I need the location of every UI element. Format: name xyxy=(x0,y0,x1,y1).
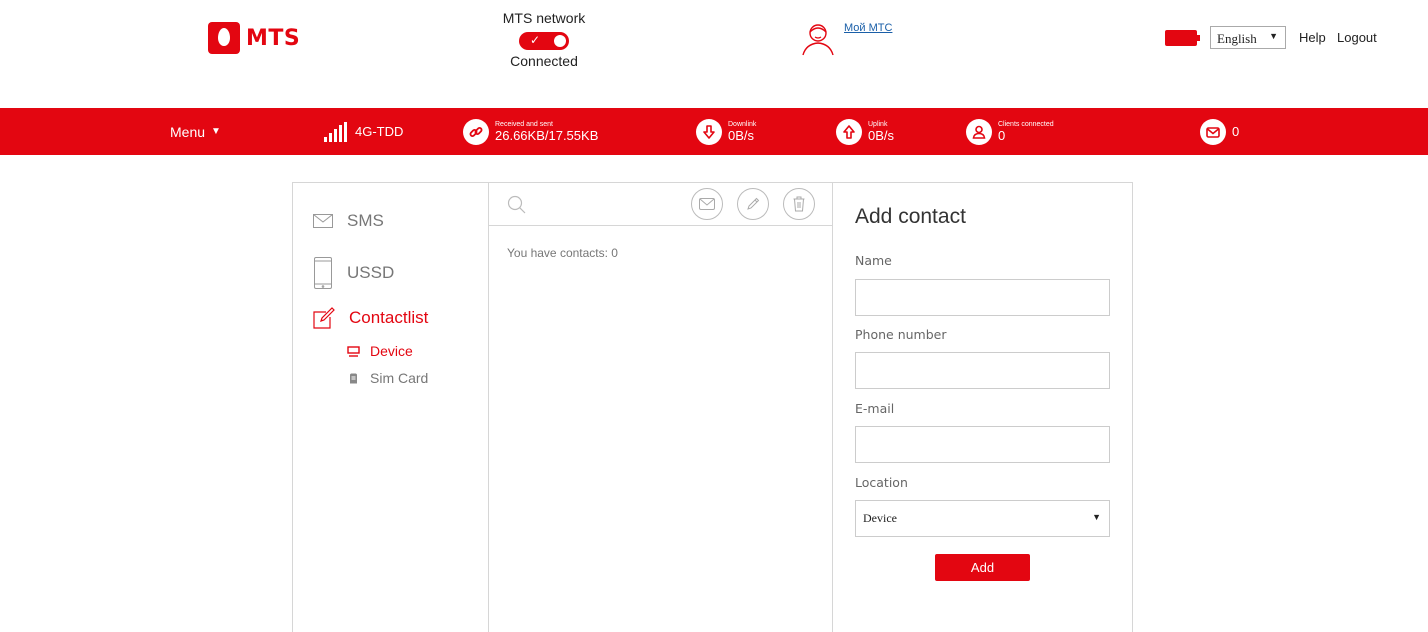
envelope-icon xyxy=(1200,118,1226,145)
upload-arrow-icon xyxy=(836,118,862,145)
uplink-label: Uplink xyxy=(868,121,888,128)
phone-icon xyxy=(314,257,332,289)
send-message-button[interactable] xyxy=(691,188,723,220)
name-field[interactable] xyxy=(855,279,1110,316)
uplink-indicator: Uplink 0B/s xyxy=(836,108,894,155)
add-contact-form: Add contact Name Phone number E-mail Loc… xyxy=(833,183,1133,632)
mts-logo-text: MTS xyxy=(246,25,301,51)
mts-logo: MTS xyxy=(208,22,300,54)
location-select[interactable]: Device ▼ xyxy=(855,500,1110,537)
traffic-value: 26.66KB/17.55KB xyxy=(495,128,599,143)
user-icon xyxy=(966,118,992,145)
network-label: MTS network xyxy=(502,10,586,26)
name-label: Name xyxy=(855,253,892,268)
logout-link[interactable]: Logout xyxy=(1337,30,1377,45)
network-status-text: Connected xyxy=(510,53,578,69)
signal-indicator: 4G-TDD xyxy=(324,108,403,155)
contact-list: You have contacts: 0 xyxy=(489,183,833,632)
add-button[interactable]: Add xyxy=(935,554,1030,581)
messages-count: 0 xyxy=(1232,124,1240,139)
network-status-block: MTS network ✓ Connected xyxy=(488,10,600,69)
mts-logo-mark xyxy=(208,22,240,54)
help-link[interactable]: Help xyxy=(1299,30,1326,45)
pencil-icon xyxy=(747,197,760,210)
monitor-icon xyxy=(347,345,360,357)
edit-contact-button[interactable] xyxy=(737,188,769,220)
sidebar: SMS USSD Contactlist Device Sim Card xyxy=(293,183,489,632)
language-value: English xyxy=(1217,31,1257,46)
phone-label: Phone number xyxy=(855,327,947,342)
toggle-knob xyxy=(554,35,566,47)
downlink-label: Downlink xyxy=(728,121,757,128)
search-icon[interactable] xyxy=(507,195,527,215)
uplink-value: 0B/s xyxy=(868,128,895,143)
my-mts: Мой МТС xyxy=(800,20,892,56)
link-icon xyxy=(463,118,489,145)
menu-arrow-icon: ▼ xyxy=(211,126,221,137)
sidebar-subitem-label: Sim Card xyxy=(370,370,429,386)
contacts-count: You have contacts: 0 xyxy=(507,246,618,260)
downlink-value: 0B/s xyxy=(728,128,755,143)
dropdown-arrow-icon: ▼ xyxy=(1269,31,1278,41)
sim-card-icon xyxy=(350,373,357,383)
form-title: Add contact xyxy=(855,205,966,228)
sidebar-item-label: SMS xyxy=(347,211,384,230)
sidebar-item-sms[interactable]: SMS xyxy=(313,211,384,231)
traffic-indicator: Received and sent 26.66KB/17.55KB xyxy=(463,108,598,155)
email-label: E-mail xyxy=(855,401,895,416)
menu-label: Menu xyxy=(170,123,206,140)
sidebar-item-label: USSD xyxy=(347,263,395,282)
trash-icon xyxy=(793,196,805,212)
main-panel: SMS USSD Contactlist Device Sim Card You… xyxy=(292,182,1133,632)
location-label: Location xyxy=(855,475,908,490)
user-avatar-icon xyxy=(802,24,834,56)
downlink-indicator: Downlink 0B/s xyxy=(696,108,756,155)
edit-icon xyxy=(313,307,335,329)
clients-indicator: Clients connected 0 xyxy=(966,108,1054,155)
menu-button[interactable]: Menu ▼ xyxy=(170,108,221,155)
envelope-icon xyxy=(699,198,715,210)
phone-field[interactable] xyxy=(855,352,1110,389)
location-value: Device xyxy=(863,511,897,525)
messages-indicator[interactable]: 0 xyxy=(1200,108,1239,155)
sidebar-subitem-device[interactable]: Device xyxy=(347,343,413,359)
email-field[interactable] xyxy=(855,426,1110,463)
my-mts-link[interactable]: Мой МТС xyxy=(844,22,892,34)
traffic-label: Received and sent xyxy=(495,121,553,128)
network-type: 4G-TDD xyxy=(355,124,404,139)
signal-bars-icon xyxy=(324,121,349,142)
clients-value: 0 xyxy=(998,128,1006,143)
network-toggle[interactable]: ✓ xyxy=(519,32,569,50)
sidebar-item-label: Contactlist xyxy=(349,308,429,327)
battery-icon xyxy=(1165,30,1200,46)
sidebar-subitem-sim-card[interactable]: Sim Card xyxy=(347,370,428,386)
sidebar-item-ussd[interactable]: USSD xyxy=(313,257,394,289)
delete-contact-button[interactable] xyxy=(783,188,815,220)
envelope-icon xyxy=(313,214,333,228)
check-icon: ✓ xyxy=(530,33,541,47)
sidebar-item-contactlist[interactable]: Contactlist xyxy=(313,307,428,329)
clients-label: Clients connected xyxy=(998,121,1054,128)
contact-toolbar xyxy=(489,183,832,226)
sidebar-subitem-label: Device xyxy=(370,343,413,359)
dropdown-arrow-icon: ▼ xyxy=(1092,512,1101,522)
download-arrow-icon xyxy=(696,118,722,145)
status-bar: Menu ▼ 4G-TDD Received and sent 26.66KB/… xyxy=(0,108,1428,155)
language-select[interactable]: English ▼ xyxy=(1210,26,1286,49)
